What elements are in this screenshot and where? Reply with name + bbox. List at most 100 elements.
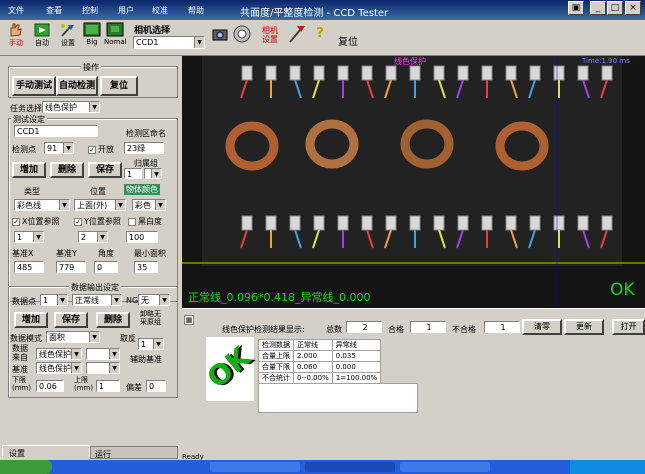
ok-logo: OK bbox=[201, 337, 257, 401]
camera-select[interactable]: CCD1 ▼ bbox=[133, 36, 205, 49]
tools-icon bbox=[289, 26, 305, 43]
taskbar-item-active[interactable] bbox=[305, 462, 395, 472]
min-area-stepper[interactable]: 35 bbox=[134, 261, 158, 273]
source-sub-select[interactable]: ▼ bbox=[86, 348, 120, 360]
ccd-field[interactable]: CCD1 bbox=[14, 125, 98, 137]
type-select[interactable]: 彩色线 ▼ bbox=[14, 199, 70, 211]
abs-select[interactable]: 1 ▼ bbox=[138, 338, 164, 350]
chevron-down-icon: ▼ bbox=[159, 295, 169, 305]
menu-view[interactable]: 查看 bbox=[46, 5, 62, 16]
lower-limit-stepper[interactable]: 0.06 bbox=[36, 380, 64, 392]
fail-value: 1 bbox=[484, 321, 520, 333]
grid-icon[interactable]: ▦ bbox=[184, 315, 194, 325]
help-tool-button[interactable]: ? bbox=[312, 22, 328, 54]
system-tray bbox=[570, 460, 645, 474]
black-white-checkbox[interactable]: 黑白度 bbox=[128, 216, 162, 227]
pin bbox=[241, 215, 253, 231]
manual-test-button[interactable]: 手动测试 bbox=[12, 76, 56, 96]
task-select[interactable]: 线色保护 ▼ bbox=[42, 101, 100, 113]
table-cell: 0.060 bbox=[293, 361, 333, 373]
checkbox-icon: ✓ bbox=[88, 145, 96, 154]
menu-user[interactable]: 用户 bbox=[118, 5, 134, 16]
region-name-input[interactable]: 23绿 bbox=[124, 142, 164, 154]
pin bbox=[313, 215, 325, 231]
auto-detect-button[interactable]: 自动检测 bbox=[56, 76, 98, 96]
tab-settings[interactable]: 设置 bbox=[2, 445, 90, 459]
big-view-icon bbox=[83, 22, 101, 37]
x-ref-checkbox[interactable]: ✓ X位置参照 bbox=[12, 216, 59, 227]
test-settings-label: 测试设定 bbox=[11, 114, 47, 125]
base-label: 基准 bbox=[12, 365, 28, 374]
camera-view[interactable]: 线色保护 Time:1.90 ms 正常线_0.096*0.418_异常线_0.… bbox=[182, 56, 645, 308]
open-button[interactable]: 打开 bbox=[612, 319, 645, 335]
pin bbox=[385, 65, 397, 81]
auto-icon bbox=[34, 23, 50, 37]
camera-tool-button[interactable] bbox=[210, 22, 230, 54]
x-ref-select[interactable]: 1 ▼ bbox=[14, 231, 44, 243]
color-select[interactable]: 彩色 ▼ bbox=[132, 199, 166, 211]
base-sub-select[interactable]: ▼ bbox=[86, 362, 120, 374]
taskbar-item[interactable] bbox=[210, 462, 300, 472]
table-cell: 2.000 bbox=[293, 350, 333, 362]
pin bbox=[529, 215, 541, 231]
checkbox-icon: ✓ bbox=[74, 217, 82, 226]
camera-settings-button[interactable]: 相机 设置 bbox=[258, 22, 282, 54]
reset-tool-button[interactable]: 复位 bbox=[338, 33, 358, 48]
update-button[interactable]: 更新 bbox=[564, 319, 604, 335]
tab-run[interactable]: 运行 bbox=[90, 446, 178, 459]
checkbox-icon bbox=[128, 217, 136, 226]
base-select[interactable]: 线色保护 ▼ bbox=[36, 362, 82, 374]
auto-tool-button[interactable]: 自动 bbox=[30, 22, 54, 54]
group-select[interactable]: 1 bbox=[124, 168, 142, 179]
table-cell: 合量下限 bbox=[258, 361, 294, 373]
hand-icon bbox=[10, 23, 22, 37]
delete-output-button[interactable]: 删除 bbox=[96, 312, 130, 328]
source-select[interactable]: 线色保护 ▼ bbox=[36, 348, 82, 360]
position-select[interactable]: 上面(外) ▼ bbox=[74, 199, 126, 211]
detect-point-select[interactable]: 91 ▼ bbox=[44, 142, 74, 154]
minimize-button[interactable]: _ bbox=[590, 1, 606, 15]
maximize-button[interactable]: □ bbox=[607, 1, 623, 15]
normal-view-button[interactable]: Nomal bbox=[104, 22, 127, 54]
menu-help[interactable]: 帮助 bbox=[188, 5, 204, 16]
calibrate-tool-button[interactable] bbox=[286, 22, 308, 54]
close-button[interactable]: × bbox=[625, 1, 641, 15]
start-button[interactable] bbox=[0, 460, 52, 474]
clear-button[interactable]: 清零 bbox=[522, 319, 562, 335]
pin bbox=[481, 65, 493, 81]
settings-tool-button[interactable]: 设置 bbox=[56, 22, 80, 54]
save-button[interactable]: 保存 bbox=[88, 162, 122, 178]
add-output-button[interactable]: 增加 bbox=[14, 312, 48, 328]
big-view-button[interactable]: Big bbox=[82, 22, 102, 54]
pin bbox=[241, 65, 253, 81]
delete-button[interactable]: 删除 bbox=[50, 162, 84, 178]
data-mode-select[interactable]: 面积 ▼ bbox=[46, 331, 100, 343]
base-y-stepper[interactable]: 779 bbox=[56, 261, 86, 273]
data-point-select[interactable]: 1 ▼ bbox=[40, 294, 68, 306]
taskbar-item[interactable] bbox=[400, 462, 490, 472]
result-title: 线色保护检测结果显示: bbox=[222, 325, 305, 334]
manual-tool-button[interactable]: 手动 bbox=[4, 22, 28, 54]
add-button[interactable]: 增加 bbox=[12, 162, 46, 178]
menu-file[interactable]: 文件 bbox=[8, 5, 24, 16]
y-ref-checkbox[interactable]: ✓ Y位置参照 bbox=[74, 216, 121, 227]
enable-checkbox[interactable]: ✓ 开放 bbox=[88, 144, 114, 155]
camera-settings-icon-button[interactable] bbox=[232, 22, 252, 54]
menu-calibrate[interactable]: 校准 bbox=[152, 5, 168, 16]
upper-limit-stepper[interactable]: 1 bbox=[96, 380, 120, 392]
normal-line-select[interactable]: 正常线 ▼ bbox=[72, 294, 122, 306]
base-x-stepper[interactable]: 485 bbox=[14, 261, 44, 273]
toolbar: 手动 自动 设置 Big Nomal 相机选择 CCD1 ▼ 相机 设置 ? 复… bbox=[0, 20, 645, 56]
save-output-button[interactable]: 保存 bbox=[54, 312, 88, 328]
table-cell: 0.035 bbox=[331, 350, 382, 362]
y-ref-select[interactable]: 2 ▼ bbox=[78, 231, 108, 243]
bw-stepper[interactable]: 100 bbox=[126, 231, 158, 243]
ng-select[interactable]: 无 ▼ bbox=[138, 294, 170, 306]
menu-control[interactable]: 控制 bbox=[82, 5, 98, 16]
offset-stepper[interactable]: 0 bbox=[146, 380, 166, 392]
total-value: 2 bbox=[346, 321, 382, 333]
reset-button[interactable]: 复位 bbox=[100, 76, 138, 96]
angle-stepper[interactable]: 0 bbox=[94, 261, 118, 273]
group-sub-select[interactable]: ▼ bbox=[144, 168, 162, 179]
pin bbox=[409, 215, 421, 231]
